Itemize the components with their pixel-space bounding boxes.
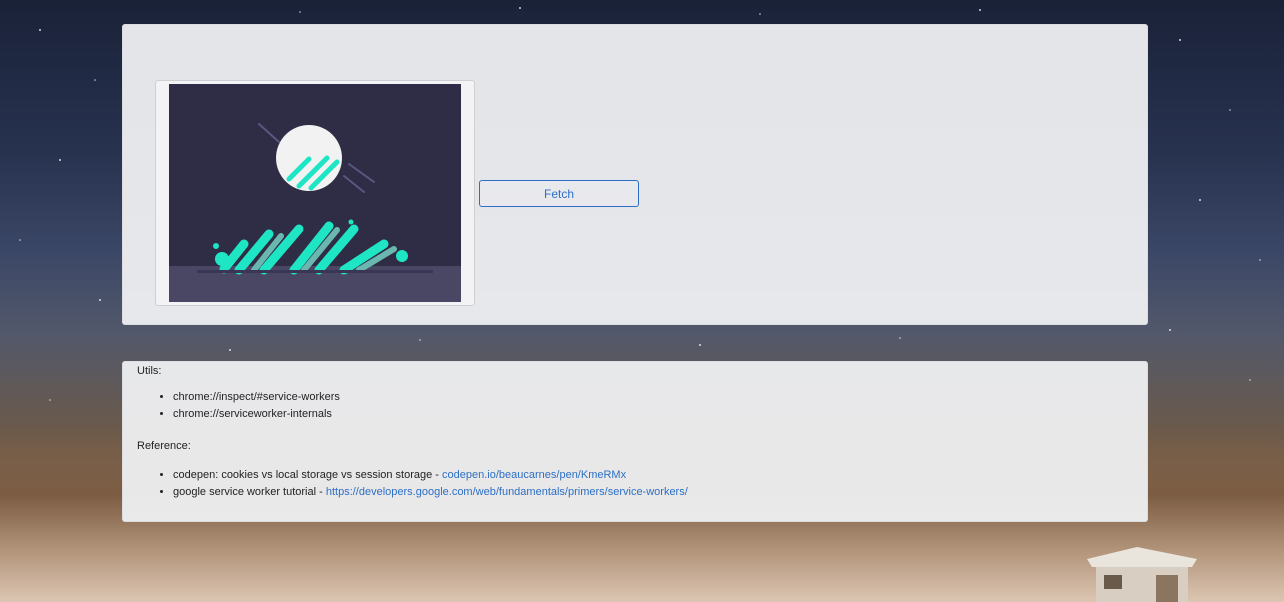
service-worker-tutorial-link[interactable]: https://developers.google.com/web/fundam… (326, 486, 688, 498)
list-item: chrome://serviceworker-internals (173, 406, 1133, 423)
info-panel: Utils: chrome://inspect/#service-workers… (122, 361, 1148, 522)
utils-heading: Utils: (137, 365, 162, 377)
list-item: chrome://inspect/#service-workers (173, 389, 1133, 406)
codepen-link[interactable]: codepen.io/beaucarnes/pen/KmeRMx (442, 469, 626, 481)
reference-text: google service worker tutorial - (173, 486, 326, 498)
fetch-button[interactable]: Fetch (479, 180, 639, 207)
fetch-panel: Fetch (122, 24, 1148, 325)
utils-list: chrome://inspect/#service-workers chrome… (137, 389, 1133, 423)
night-landscape-illustration (169, 84, 461, 302)
list-item: google service worker tutorial - https:/… (173, 484, 1133, 501)
list-item: codepen: cookies vs local storage vs ses… (173, 467, 1133, 484)
beach-hut-illustration (1087, 547, 1197, 602)
reference-heading: Reference: (137, 440, 191, 452)
image-frame (155, 80, 475, 306)
reference-list: codepen: cookies vs local storage vs ses… (137, 467, 1133, 501)
reference-text: codepen: cookies vs local storage vs ses… (173, 469, 443, 481)
